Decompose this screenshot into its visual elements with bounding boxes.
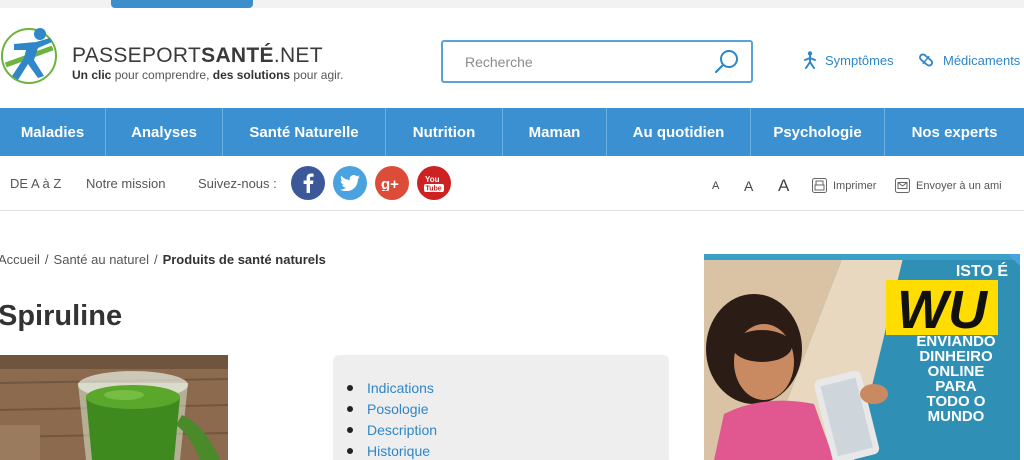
top-strip-tab[interactable] (111, 0, 253, 8)
table-of-contents: Indications Posologie Description Histor… (333, 355, 669, 460)
search-icon[interactable] (713, 48, 741, 76)
follow-us-label: Suivez-nous : (198, 176, 277, 191)
font-size-small-button[interactable]: A (712, 180, 719, 192)
search-input[interactable] (443, 42, 703, 81)
nav-item-psychologie[interactable]: Psychologie (751, 108, 885, 156)
spirulina-photo (0, 355, 228, 460)
site-logo[interactable]: PASSEPORTSANTÉ.NET Un clic pour comprend… (0, 24, 360, 88)
toc-item-posologie[interactable]: Posologie (347, 398, 437, 419)
toc-item-historique[interactable]: Historique (347, 440, 437, 460)
svg-text:You: You (425, 175, 440, 184)
breadcrumb-current: Produits de santé naturels (162, 252, 326, 267)
medications-link-label: Médicaments (943, 52, 1021, 68)
walking-person-icon (804, 51, 816, 69)
envelope-icon (895, 178, 910, 193)
breadcrumb: Accueil / Santé au naturel / Produits de san… (0, 252, 326, 267)
page-title: Spiruline (0, 300, 123, 332)
search-box (441, 40, 753, 83)
youtube-button[interactable]: You Tube (417, 166, 451, 200)
svg-text:g+: g+ (381, 176, 399, 191)
pill-icon (919, 53, 933, 67)
ad-body: ENVIANDO DINHEIRO ONLINE PARA TODO O MUN… (916, 333, 996, 425)
print-button[interactable]: Imprimer (812, 178, 876, 193)
mission-link[interactable]: Notre mission (86, 176, 165, 191)
google-plus-icon: g+ (381, 176, 399, 191)
nav-item-nos-experts[interactable]: Nos experts (885, 108, 1024, 156)
top-strip (0, 0, 1024, 8)
utility-bar: DE A à Z Notre mission Suivez-nous : g+ … (0, 156, 1024, 211)
svg-text:WU: WU (897, 280, 989, 340)
a-to-z-link[interactable]: DE A à Z (10, 176, 61, 191)
print-label: Imprimer (833, 179, 877, 192)
nav-item-maladies[interactable]: Maladies (0, 108, 106, 156)
twitter-button[interactable] (333, 166, 367, 200)
ad-headline: ISTO É (955, 263, 1008, 280)
toc-item-description[interactable]: Description (347, 419, 437, 440)
main-nav: Maladies Analyses Santé Naturelle Nutrit… (0, 108, 1024, 156)
breadcrumb-separator: / (153, 252, 158, 267)
nav-item-nutrition[interactable]: Nutrition (386, 108, 503, 156)
breadcrumb-separator: / (44, 252, 49, 267)
breadcrumb-home[interactable]: Accueil (0, 252, 40, 267)
email-friend-button[interactable]: Envoyer à un ami (895, 178, 1002, 193)
logo-figure-icon (1, 28, 57, 84)
svg-text:Tube: Tube (426, 186, 442, 193)
facebook-button[interactable] (291, 166, 325, 200)
email-friend-label: Envoyer à un ami (916, 179, 1002, 192)
youtube-icon: You Tube (424, 175, 444, 193)
nav-item-sante-naturelle[interactable]: Santé Naturelle (223, 108, 386, 156)
printer-icon (812, 178, 827, 193)
google-plus-button[interactable]: g+ (375, 166, 409, 200)
symptoms-link-label: Symptômes (825, 52, 894, 68)
nav-item-analyses[interactable]: Analyses (106, 108, 223, 156)
logo-tagline: Un clic pour comprendre, des solutions p… (72, 68, 344, 82)
facebook-icon (303, 173, 314, 193)
medications-link[interactable]: Médicaments (917, 51, 1020, 69)
font-size-large-button[interactable]: A (778, 176, 789, 196)
nav-item-au-quotidien[interactable]: Au quotidien (607, 108, 751, 156)
symptoms-link[interactable]: Symptômes (803, 51, 894, 69)
nav-item-maman[interactable]: Maman (503, 108, 607, 156)
logo-text: PASSEPORTSANTÉ.NET (72, 44, 323, 67)
font-size-medium-button[interactable]: A (744, 178, 753, 194)
toc-item-indications[interactable]: Indications (347, 377, 437, 398)
breadcrumb-natural-health[interactable]: Santé au naturel (54, 252, 149, 267)
advertisement-banner[interactable]: WU ISTO É ENVIANDO DINHEIRO ONLINE PARA … (704, 254, 1020, 460)
twitter-icon (340, 175, 360, 191)
